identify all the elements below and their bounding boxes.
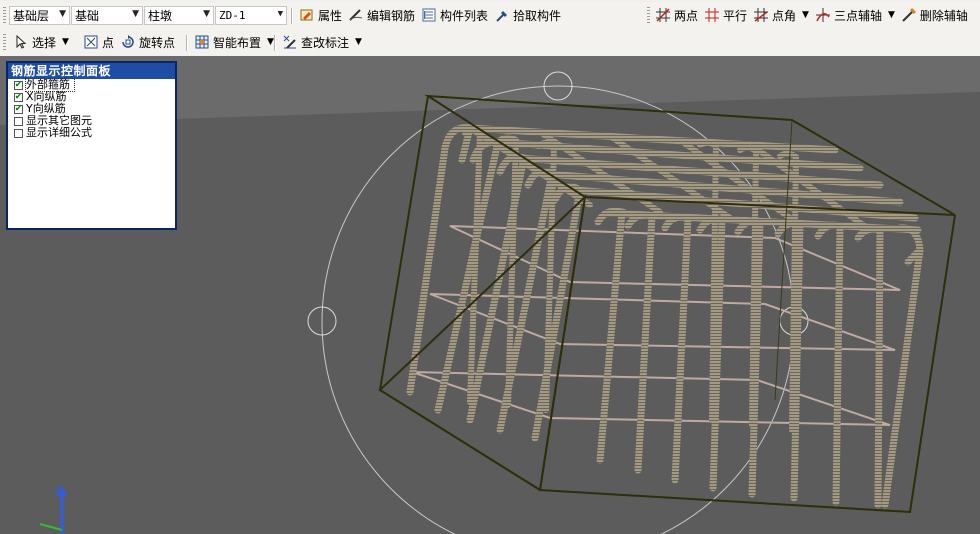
point-label: 点	[101, 35, 114, 50]
select-button[interactable]: 选择 ▼	[10, 32, 72, 52]
point-angle-axis-icon	[753, 7, 769, 23]
parallel-axis-label: 平行	[723, 8, 748, 23]
two-point-axis-button[interactable]: 两点	[652, 5, 701, 25]
three-point-axis-icon	[815, 7, 831, 23]
properties-label: 属性	[318, 8, 343, 23]
component-name-combo[interactable]: ZD-1 ▼	[215, 6, 287, 25]
chevron-down-icon: ▼	[277, 9, 283, 19]
delete-axis-button[interactable]: 删除辅轴	[898, 5, 971, 25]
chevron-down-icon: ▼	[203, 9, 210, 19]
pick-component-icon	[494, 7, 510, 23]
edit-rebar-label: 编辑钢筋	[367, 8, 416, 23]
toolbar-separator	[274, 35, 276, 51]
chevron-down-icon: ▼	[132, 9, 139, 19]
category-combo-value: 基础	[75, 9, 100, 23]
two-point-axis-label: 两点	[674, 8, 699, 23]
smart-layout-button[interactable]: 智能布置 ▼	[191, 32, 277, 52]
edit-rebar-button[interactable]: 编辑钢筋	[345, 5, 418, 25]
checkbox-outer-stirrup[interactable]: ✔	[14, 80, 23, 90]
smart-layout-label: 智能布置	[213, 35, 262, 50]
chevron-down-icon: ▼	[59, 9, 66, 19]
toolbar-separator	[291, 8, 293, 24]
toolbar-grip[interactable]	[3, 34, 6, 52]
floor-combo-value: 基础层	[13, 9, 50, 23]
checkbox-show-detailed-formula[interactable]	[14, 128, 23, 138]
toolbar-grip[interactable]	[3, 7, 6, 25]
select-label: 选择	[32, 35, 57, 50]
pick-component-label: 拾取构件	[513, 8, 562, 23]
option-show-detailed-formula[interactable]: 显示详细公式	[14, 127, 175, 139]
checkbox-y-longitudinal[interactable]: ✔	[14, 104, 23, 114]
panel-title[interactable]: 钢筋显示控制面板	[8, 63, 175, 79]
chevron-down-icon[interactable]: ▼	[62, 37, 69, 47]
check-annotation-button[interactable]: 查改标注 ▼	[279, 32, 365, 52]
component-type-combo[interactable]: 柱墩 ▼	[144, 6, 214, 25]
main-toolbar: 基础层 ▼ 基础 ▼ 柱墩 ▼ ZD-1 ▼ 属性 编辑钢筋 构件列表 拾取构件…	[0, 2, 980, 28]
z-axis-label: Z	[54, 484, 62, 497]
rebar-display-control-panel: 钢筋显示控制面板 ✔ 外部箍筋 ✔ X向纵筋 ✔ Y向纵筋 显示其它图元 显示详…	[6, 61, 177, 230]
delete-axis-icon	[901, 7, 917, 23]
chevron-down-icon[interactable]: ▼	[267, 37, 274, 47]
component-list-label: 构件列表	[440, 8, 489, 23]
floor-combo[interactable]: 基础层 ▼	[9, 6, 70, 25]
three-point-axis-label: 三点辅轴	[833, 8, 882, 23]
rotate-point-icon	[120, 34, 136, 50]
chevron-down-icon[interactable]: ▼	[888, 10, 895, 20]
check-annotation-label: 查改标注	[301, 35, 350, 50]
component-type-combo-value: 柱墩	[148, 9, 173, 23]
three-point-axis-button[interactable]: 三点辅轴 ▼	[812, 5, 898, 25]
point-angle-axis-label: 点角	[772, 8, 797, 23]
check-annotation-icon	[282, 34, 298, 50]
draw-toolbar: 选择 ▼ 点 旋转点 智能布置 ▼ 查改标注 ▼	[0, 29, 980, 55]
chevron-down-icon[interactable]: ▼	[802, 10, 809, 20]
point-button[interactable]: 点	[80, 32, 117, 52]
checkbox-show-other-elements[interactable]	[14, 116, 23, 126]
parallel-axis-button[interactable]: 平行	[701, 5, 750, 25]
two-point-axis-icon	[655, 7, 671, 23]
toolbar-separator	[186, 35, 188, 51]
toolbar-grip[interactable]	[647, 7, 650, 25]
rotate-point-button[interactable]: 旋转点	[117, 32, 178, 52]
edit-rebar-icon	[348, 7, 364, 23]
option-label: 显示详细公式	[26, 126, 92, 139]
properties-button[interactable]: 属性	[296, 5, 345, 25]
point-angle-axis-button[interactable]: 点角 ▼	[750, 5, 812, 25]
properties-icon	[299, 7, 315, 23]
delete-axis-label: 删除辅轴	[919, 8, 968, 23]
select-pointer-icon	[13, 34, 29, 50]
checkbox-x-longitudinal[interactable]: ✔	[14, 92, 23, 102]
category-combo[interactable]: 基础 ▼	[71, 6, 143, 25]
chevron-down-icon[interactable]: ▼	[355, 37, 362, 47]
pick-component-button[interactable]: 拾取构件	[491, 5, 564, 25]
rotate-point-label: 旋转点	[138, 35, 175, 50]
parallel-axis-icon	[704, 7, 720, 23]
component-list-button[interactable]: 构件列表	[418, 5, 491, 25]
point-icon	[83, 34, 99, 50]
component-list-icon	[421, 7, 437, 23]
smart-layout-icon	[194, 34, 210, 50]
component-name-combo-value: ZD-1	[219, 9, 246, 22]
